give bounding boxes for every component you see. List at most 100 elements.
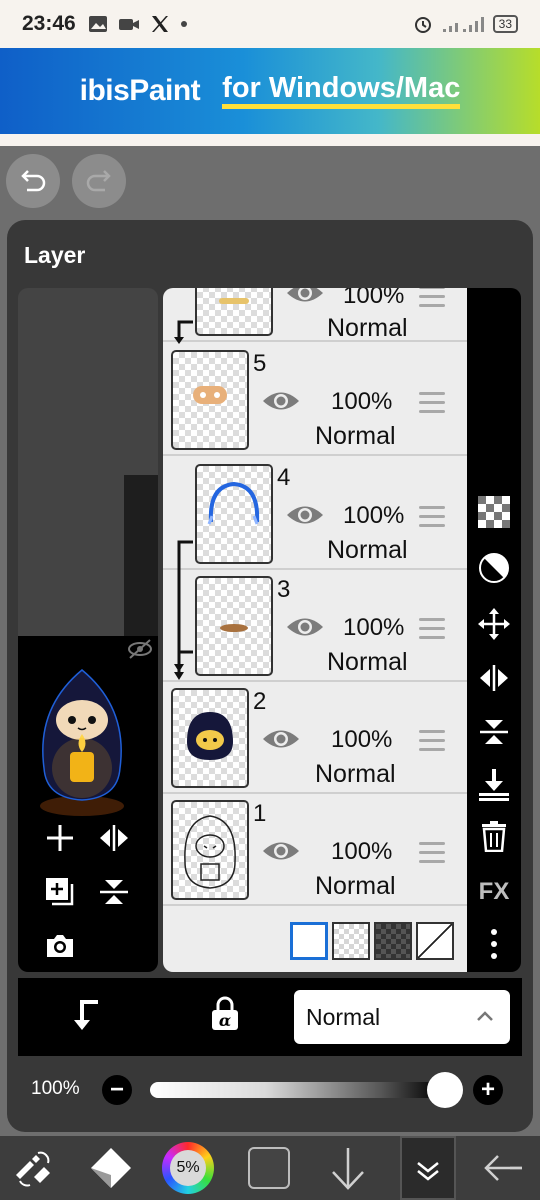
gallery-icon — [88, 16, 107, 32]
add-layer-button[interactable] — [40, 818, 80, 858]
layer-row[interactable]: 2 100% Normal — [163, 682, 467, 794]
color-picker-button[interactable]: 5% — [160, 1136, 216, 1200]
layer-4-art — [207, 481, 260, 525]
more-options-button[interactable] — [476, 926, 512, 962]
banner-logo: ibisPaint — [79, 74, 201, 107]
undo-icon — [21, 170, 46, 192]
layer-thumbnail[interactable] — [171, 688, 249, 788]
layer-row[interactable]: 1 100% Normal — [163, 794, 467, 906]
eye-icon[interactable] — [261, 838, 301, 864]
canvas-preview[interactable] — [18, 636, 158, 972]
alpha-lock-button[interactable]: α — [210, 996, 240, 1037]
status-time: 23:46 — [22, 12, 76, 35]
layer-row[interactable]: 4 100% Normal — [163, 458, 467, 570]
signal-icon — [442, 17, 484, 32]
layer-1-art — [184, 815, 236, 889]
layer-tools-column: FX — [467, 288, 521, 972]
redo-button[interactable] — [72, 154, 126, 208]
layer-row[interactable]: 3 100% Normal — [163, 570, 467, 682]
camera-button[interactable] — [40, 926, 80, 966]
opacity-label: 100% — [31, 1078, 80, 1099]
panel-title: Layer — [24, 242, 86, 268]
layer-thumbnail[interactable] — [195, 576, 273, 676]
minus-icon: − — [109, 1076, 124, 1103]
drag-handle-icon[interactable] — [419, 392, 445, 414]
dot-icon — [180, 21, 187, 27]
layer-number: 5 — [253, 350, 267, 377]
bg-dark-swatch[interactable] — [374, 922, 412, 960]
svg-text:α: α — [219, 1011, 231, 1030]
drag-handle-icon[interactable] — [419, 288, 445, 308]
layer-row[interactable]: 5 100% Normal — [163, 344, 467, 456]
layer-opacity: 100% — [331, 726, 393, 753]
character-artwork — [40, 669, 124, 816]
alarm-icon — [414, 17, 431, 33]
layer-number: 3 — [277, 576, 291, 603]
bg-white-swatch[interactable] — [290, 922, 328, 960]
layer-panel-button[interactable] — [400, 1136, 456, 1200]
canvas-preview-column — [18, 288, 158, 972]
drag-handle-icon[interactable] — [419, 730, 445, 752]
background-swatches — [290, 922, 454, 960]
layer-list: 100% Normal 5 100% Normal 4 100% Normal — [163, 288, 467, 972]
drag-handle-icon[interactable] — [419, 842, 445, 864]
blend-mode-bar: α Normal — [18, 978, 522, 1056]
current-color-button[interactable] — [244, 1136, 294, 1200]
drag-handle-icon[interactable] — [419, 506, 445, 528]
banner-tagline: for Windows/Mac — [222, 73, 461, 109]
layer-number: 4 — [277, 464, 291, 491]
drag-handle-icon[interactable] — [419, 618, 445, 640]
move-button[interactable] — [476, 606, 512, 642]
layer-row[interactable]: 100% Normal — [163, 288, 467, 342]
opacity-decrease-button[interactable]: − — [102, 1075, 132, 1105]
layer-thumbnail[interactable] — [171, 800, 249, 900]
ad-banner[interactable]: ibisPaint for Windows/Mac — [0, 48, 540, 134]
brush-tool-button[interactable] — [86, 1136, 136, 1200]
camera-icon — [47, 935, 73, 957]
redo-icon — [86, 170, 111, 192]
layer-opacity: 100% — [331, 388, 393, 415]
invert-button[interactable] — [476, 550, 512, 586]
eye-icon[interactable] — [261, 726, 301, 752]
merge-canvas-button[interactable] — [94, 872, 134, 912]
layer-blend-mode: Normal — [327, 648, 408, 676]
eye-icon[interactable] — [285, 614, 325, 640]
opacity-slider-knob[interactable] — [427, 1072, 463, 1108]
flip-layer-vertical-button[interactable] — [476, 714, 512, 750]
scroll-down-button[interactable] — [320, 1136, 376, 1200]
eye-icon[interactable] — [261, 388, 301, 414]
layer-2-art — [187, 712, 233, 760]
opacity-slider[interactable] — [150, 1082, 440, 1098]
blend-mode-select[interactable]: Normal — [294, 990, 510, 1044]
delete-layer-button[interactable] — [476, 818, 512, 854]
bg-none-swatch[interactable] — [416, 922, 454, 960]
bottom-toolbar: 5% — [0, 1136, 540, 1200]
diamond-brush-icon — [91, 1148, 131, 1188]
eye-icon[interactable] — [285, 502, 325, 528]
layer-opacity: 100% — [343, 502, 405, 529]
layer-thumbnail[interactable] — [195, 464, 273, 564]
color-swatch — [248, 1147, 290, 1189]
layer-thumbnail[interactable] — [171, 350, 249, 450]
undo-button[interactable] — [6, 154, 60, 208]
duplicate-icon — [46, 878, 74, 906]
fx-button[interactable]: FX — [476, 874, 512, 910]
layer-blend-mode: Normal — [315, 422, 396, 450]
status-right: 33 — [413, 14, 518, 34]
flip-layer-horizontal-button[interactable] — [476, 660, 512, 696]
move-icon — [478, 608, 510, 640]
layer-blend-mode: Normal — [327, 314, 408, 342]
bg-transparent-swatch[interactable] — [332, 922, 370, 960]
checker-icon — [478, 496, 510, 528]
flip-canvas-button[interactable] — [94, 818, 134, 858]
layer-thumbnail[interactable] — [195, 288, 273, 336]
merge-down-button[interactable] — [476, 766, 512, 802]
color-wheel-icon: 5% — [162, 1142, 214, 1194]
tool-selection-button[interactable] — [8, 1136, 58, 1200]
opacity-increase-button[interactable]: + — [473, 1075, 503, 1105]
clipping-button[interactable] — [70, 998, 102, 1039]
eye-icon[interactable] — [285, 288, 325, 306]
back-button[interactable] — [476, 1136, 532, 1200]
transparency-button[interactable] — [476, 494, 512, 530]
duplicate-layer-button[interactable] — [40, 872, 80, 912]
